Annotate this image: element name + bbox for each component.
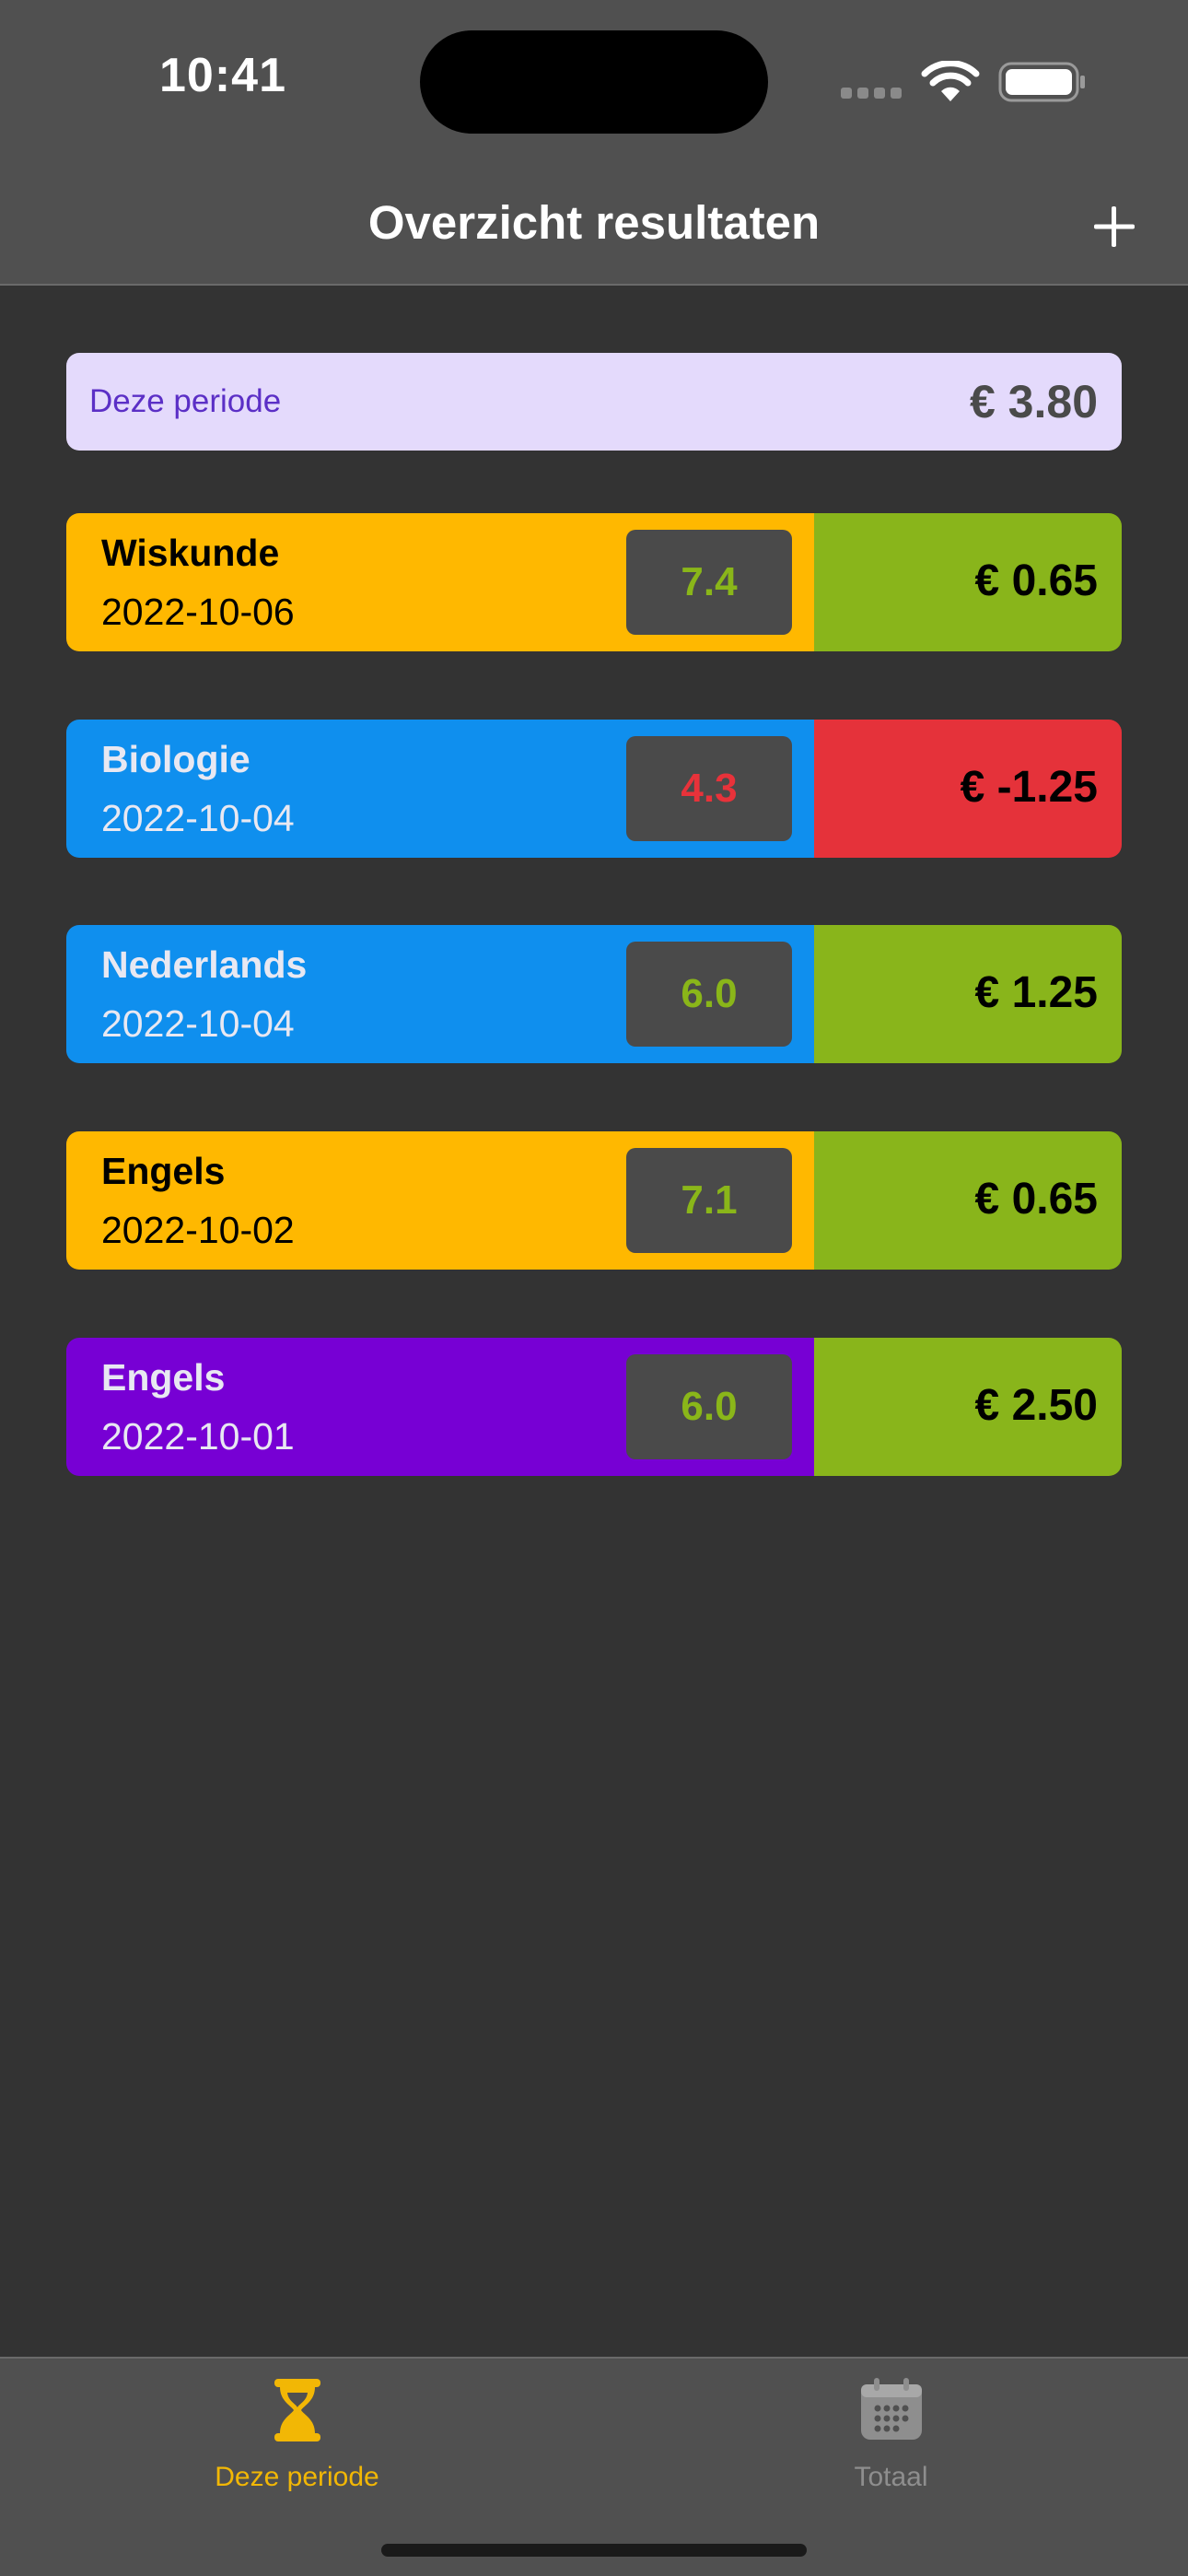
plus-icon	[1094, 206, 1135, 247]
result-row[interactable]: Engels 2022-10-02 7.1 € 0.65	[66, 1131, 1122, 1270]
result-date: 2022-10-06	[101, 591, 295, 633]
subject-panel: Engels 2022-10-01 6.0	[66, 1338, 814, 1476]
amount-panel: € -1.25	[814, 720, 1122, 858]
result-date: 2022-10-04	[101, 797, 295, 839]
subject-name: Wiskunde	[101, 532, 280, 574]
status-time: 10:41	[159, 49, 286, 102]
tab-label: Deze periode	[215, 2462, 379, 2492]
grade-badge: 6.0	[626, 1354, 792, 1459]
tab-totaal[interactable]: Totaal	[594, 2359, 1188, 2497]
subject-name: Nederlands	[101, 943, 308, 986]
summary-label: Deze periode	[89, 383, 282, 419]
grade-badge: 7.4	[626, 530, 792, 635]
subject-name: Engels	[101, 1356, 226, 1399]
navigation-header: 10:41 Overzicht resultaten	[0, 0, 1188, 286]
amount-panel: € 0.65	[814, 1131, 1122, 1270]
result-row[interactable]: Wiskunde 2022-10-06 7.4 € 0.65	[66, 513, 1122, 651]
subject-panel: Wiskunde 2022-10-06 7.4	[66, 513, 814, 651]
subject-name: Biologie	[101, 738, 250, 780]
result-amount: € 0.65	[974, 556, 1098, 605]
result-row[interactable]: Engels 2022-10-01 6.0 € 2.50	[66, 1338, 1122, 1476]
battery-icon	[998, 62, 1085, 102]
summary-total: € 3.80	[969, 376, 1098, 427]
grade-badge: 6.0	[626, 942, 792, 1047]
result-row[interactable]: Nederlands 2022-10-04 6.0 € 1.25	[66, 925, 1122, 1063]
hourglass-icon	[274, 2379, 320, 2441]
result-amount: € 1.25	[974, 968, 1098, 1017]
result-date: 2022-10-01	[101, 1415, 295, 1458]
add-result-button[interactable]	[1089, 201, 1140, 252]
grade-badge: 7.1	[626, 1148, 792, 1253]
amount-panel: € 2.50	[814, 1338, 1122, 1476]
page-title: Overzicht resultaten	[367, 196, 821, 249]
result-date: 2022-10-04	[101, 1002, 295, 1045]
subject-panel: Engels 2022-10-02 7.1	[66, 1131, 814, 1270]
amount-panel: € 0.65	[814, 513, 1122, 651]
result-date: 2022-10-02	[101, 1209, 295, 1251]
subject-panel: Nederlands 2022-10-04 6.0	[66, 925, 814, 1063]
amount-panel: € 1.25	[814, 925, 1122, 1063]
tab-label: Totaal	[854, 2462, 928, 2492]
tab-deze-periode[interactable]: Deze periode	[0, 2359, 594, 2497]
result-amount: € -1.25	[960, 763, 1098, 812]
subject-panel: Biologie 2022-10-04 4.3	[66, 720, 814, 858]
subject-name: Engels	[101, 1150, 226, 1192]
home-indicator	[381, 2544, 807, 2557]
result-amount: € 0.65	[974, 1175, 1098, 1224]
dynamic-island	[420, 30, 768, 134]
wifi-icon	[921, 61, 980, 101]
calendar-icon	[860, 2378, 922, 2440]
result-row[interactable]: Biologie 2022-10-04 4.3 € -1.25	[66, 720, 1122, 858]
result-amount: € 2.50	[974, 1381, 1098, 1430]
period-summary: Deze periode € 3.80	[66, 353, 1122, 451]
cellular-signal-icon	[841, 87, 907, 103]
grade-badge: 4.3	[626, 736, 792, 841]
